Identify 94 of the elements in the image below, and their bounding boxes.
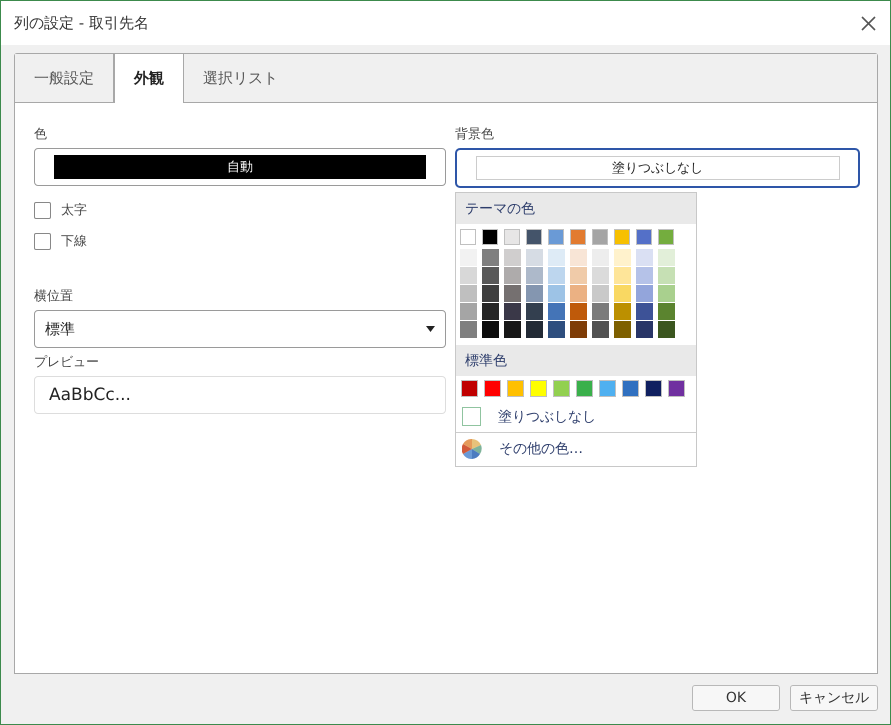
color-swatch[interactable] bbox=[658, 267, 675, 284]
color-swatch[interactable] bbox=[526, 321, 543, 338]
checkbox[interactable] bbox=[34, 202, 51, 218]
alignment-select[interactable]: 標準 bbox=[34, 310, 446, 348]
color-swatch[interactable] bbox=[526, 285, 543, 302]
color-swatch[interactable] bbox=[482, 229, 498, 245]
color-swatch[interactable] bbox=[592, 229, 608, 245]
color-swatch[interactable] bbox=[460, 249, 477, 266]
window-title: 列の設定 - 取引先名 bbox=[14, 14, 149, 32]
color-swatch[interactable] bbox=[645, 380, 662, 397]
color-swatch[interactable] bbox=[614, 321, 631, 338]
section-title: 標準色 bbox=[465, 352, 507, 370]
color-swatch[interactable] bbox=[614, 267, 631, 284]
color-swatch[interactable] bbox=[636, 303, 653, 320]
color-swatch[interactable] bbox=[460, 285, 477, 302]
color-swatch[interactable] bbox=[668, 380, 685, 397]
color-swatch[interactable] bbox=[548, 267, 565, 284]
color-swatch[interactable] bbox=[592, 321, 609, 338]
color-swatch[interactable] bbox=[504, 303, 521, 320]
dropdown-arrow-icon bbox=[426, 326, 435, 332]
color-swatch[interactable] bbox=[548, 285, 565, 302]
color-swatch[interactable] bbox=[636, 229, 652, 245]
color-swatch[interactable] bbox=[460, 303, 477, 320]
empty-swatch-icon bbox=[462, 407, 481, 426]
checkbox[interactable] bbox=[34, 232, 51, 250]
color-swatch[interactable] bbox=[526, 229, 542, 245]
color-swatch[interactable] bbox=[504, 229, 520, 245]
color-swatch[interactable] bbox=[548, 229, 564, 245]
color-swatch[interactable] bbox=[658, 321, 675, 338]
close-icon bbox=[860, 16, 876, 30]
color-swatch[interactable] bbox=[614, 285, 631, 302]
color-swatch[interactable] bbox=[570, 249, 587, 266]
color-swatch[interactable] bbox=[526, 267, 543, 284]
color-swatch[interactable] bbox=[482, 249, 499, 266]
color-swatch[interactable] bbox=[504, 285, 521, 302]
color-swatch[interactable] bbox=[570, 321, 587, 338]
color-swatch[interactable] bbox=[553, 380, 570, 397]
color-swatch[interactable] bbox=[504, 267, 521, 284]
color-swatch[interactable] bbox=[548, 249, 565, 266]
color-swatch[interactable] bbox=[484, 380, 501, 397]
color-swatch[interactable] bbox=[482, 303, 499, 320]
preview-text: AaBbCc... bbox=[49, 385, 131, 405]
tab[interactable]: 外観 bbox=[114, 54, 184, 103]
color-swatch[interactable] bbox=[504, 321, 521, 338]
field-label: 横位置 bbox=[34, 288, 73, 305]
background-color-field[interactable]: 塗りつぶしなし bbox=[455, 148, 860, 188]
checkbox-label: 下線 bbox=[61, 233, 87, 250]
color-swatch[interactable] bbox=[482, 267, 499, 284]
color-swatch[interactable] bbox=[636, 249, 653, 266]
color-swatch[interactable] bbox=[614, 303, 631, 320]
color-swatch[interactable] bbox=[482, 321, 499, 338]
color-swatch[interactable] bbox=[460, 321, 477, 338]
color-swatch[interactable] bbox=[658, 249, 675, 266]
dialog-button[interactable]: OK bbox=[692, 685, 780, 711]
color-swatch[interactable] bbox=[570, 267, 587, 284]
color-swatch[interactable] bbox=[504, 249, 521, 266]
color-swatch[interactable] bbox=[599, 380, 616, 397]
color-swatch[interactable] bbox=[570, 229, 586, 245]
color-swatch[interactable] bbox=[614, 249, 631, 266]
color-swatch[interactable] bbox=[636, 285, 653, 302]
color-swatch[interactable] bbox=[460, 267, 477, 284]
color-swatch[interactable] bbox=[658, 285, 675, 302]
field-label: プレビュー bbox=[34, 354, 99, 371]
color-swatch[interactable] bbox=[526, 303, 543, 320]
color-value: 自動 bbox=[54, 155, 426, 179]
color-swatch[interactable] bbox=[614, 229, 630, 245]
field-label: 背景色 bbox=[455, 126, 494, 143]
color-swatch[interactable] bbox=[592, 285, 609, 302]
color-swatch[interactable] bbox=[622, 380, 639, 397]
color-swatch[interactable] bbox=[570, 303, 587, 320]
color-wheel-icon bbox=[462, 439, 482, 459]
color-swatch[interactable] bbox=[576, 380, 593, 397]
color-swatch[interactable] bbox=[592, 249, 609, 266]
checkbox-label: 太字 bbox=[61, 202, 87, 219]
color-swatch[interactable] bbox=[461, 380, 478, 397]
color-swatch[interactable] bbox=[548, 303, 565, 320]
color-swatch[interactable] bbox=[658, 229, 674, 245]
font-color-field[interactable]: 自動 bbox=[34, 148, 446, 186]
color-swatch[interactable] bbox=[482, 285, 499, 302]
color-swatch[interactable] bbox=[570, 285, 587, 302]
field-label: 色 bbox=[34, 126, 47, 143]
color-swatch[interactable] bbox=[460, 229, 476, 245]
color-swatch[interactable] bbox=[530, 380, 547, 397]
color-swatch[interactable] bbox=[592, 303, 609, 320]
color-swatch[interactable] bbox=[526, 249, 543, 266]
color-swatch[interactable] bbox=[507, 380, 524, 397]
color-swatch[interactable] bbox=[548, 321, 565, 338]
color-swatch[interactable] bbox=[658, 303, 675, 320]
section-title: テーマの色 bbox=[465, 200, 535, 218]
color-swatch[interactable] bbox=[636, 321, 653, 338]
color-swatch[interactable] bbox=[636, 267, 653, 284]
color-value: 塗りつぶしなし bbox=[476, 156, 840, 180]
dialog-button[interactable]: キャンセル bbox=[790, 685, 878, 711]
color-swatch[interactable] bbox=[592, 267, 609, 284]
